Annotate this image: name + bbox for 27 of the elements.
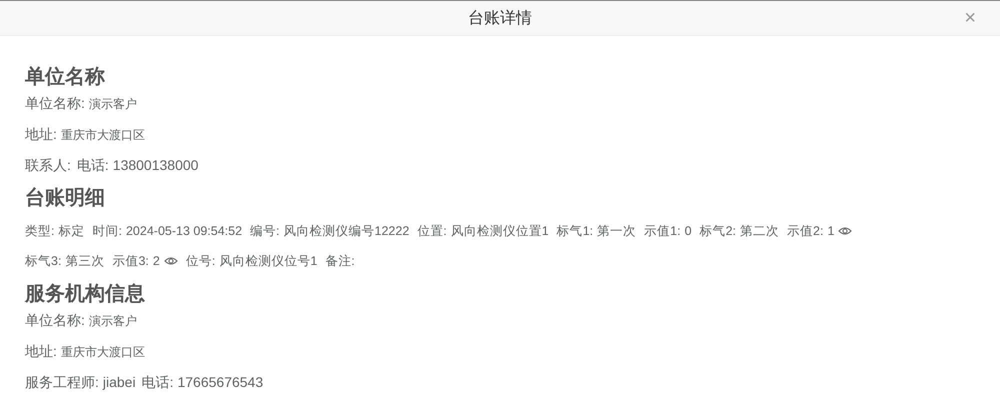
detail-field: 单位名称: 演示客户 bbox=[25, 93, 137, 114]
eye-icon[interactable] bbox=[838, 226, 852, 236]
detail-field: 时间: 2024-05-13 09:54:52 bbox=[92, 221, 242, 241]
detail-field: 标气3: 第三次 bbox=[25, 251, 104, 271]
detail-field: 位号: 风向检测仪位号1 bbox=[186, 251, 318, 271]
detail-field: 电话: 13800138000 bbox=[76, 155, 198, 175]
section-heading: 台账明细 bbox=[25, 186, 106, 211]
dialog-title: 台账详情 bbox=[468, 8, 532, 28]
detail-field: 联系人: bbox=[25, 155, 71, 175]
detail-field: 地址: 重庆市大渡口区 bbox=[25, 124, 145, 145]
detail-field: 示值1: 0 bbox=[644, 221, 692, 241]
detail-field: 位置: 风向检测仪位置1 bbox=[417, 221, 549, 241]
section-heading: 单位名称 bbox=[25, 65, 106, 90]
detail-field: 备注: bbox=[325, 251, 355, 271]
close-button[interactable]: × bbox=[960, 8, 980, 28]
detail-field: 标气1: 第一次 bbox=[556, 221, 636, 241]
section-heading: 服务机构信息 bbox=[25, 282, 146, 307]
detail-field: 标气2: 第二次 bbox=[700, 221, 779, 241]
detail-field: 服务工程师: jiabei bbox=[25, 372, 136, 392]
detail-field: 示值3: 2 bbox=[112, 251, 160, 271]
detail-field: 类型: 标定 bbox=[25, 221, 84, 241]
detail-field: 单位名称: 演示客户 bbox=[25, 310, 137, 331]
eye-icon[interactable] bbox=[164, 256, 178, 266]
detail-field: 电话: 17665676543 bbox=[142, 372, 264, 392]
detail-field: 示值2: 1 bbox=[787, 221, 834, 241]
detail-field: 编号: 风向检测仪编号12222 bbox=[250, 221, 410, 241]
detail-field: 地址: 重庆市大渡口区 bbox=[25, 341, 145, 362]
